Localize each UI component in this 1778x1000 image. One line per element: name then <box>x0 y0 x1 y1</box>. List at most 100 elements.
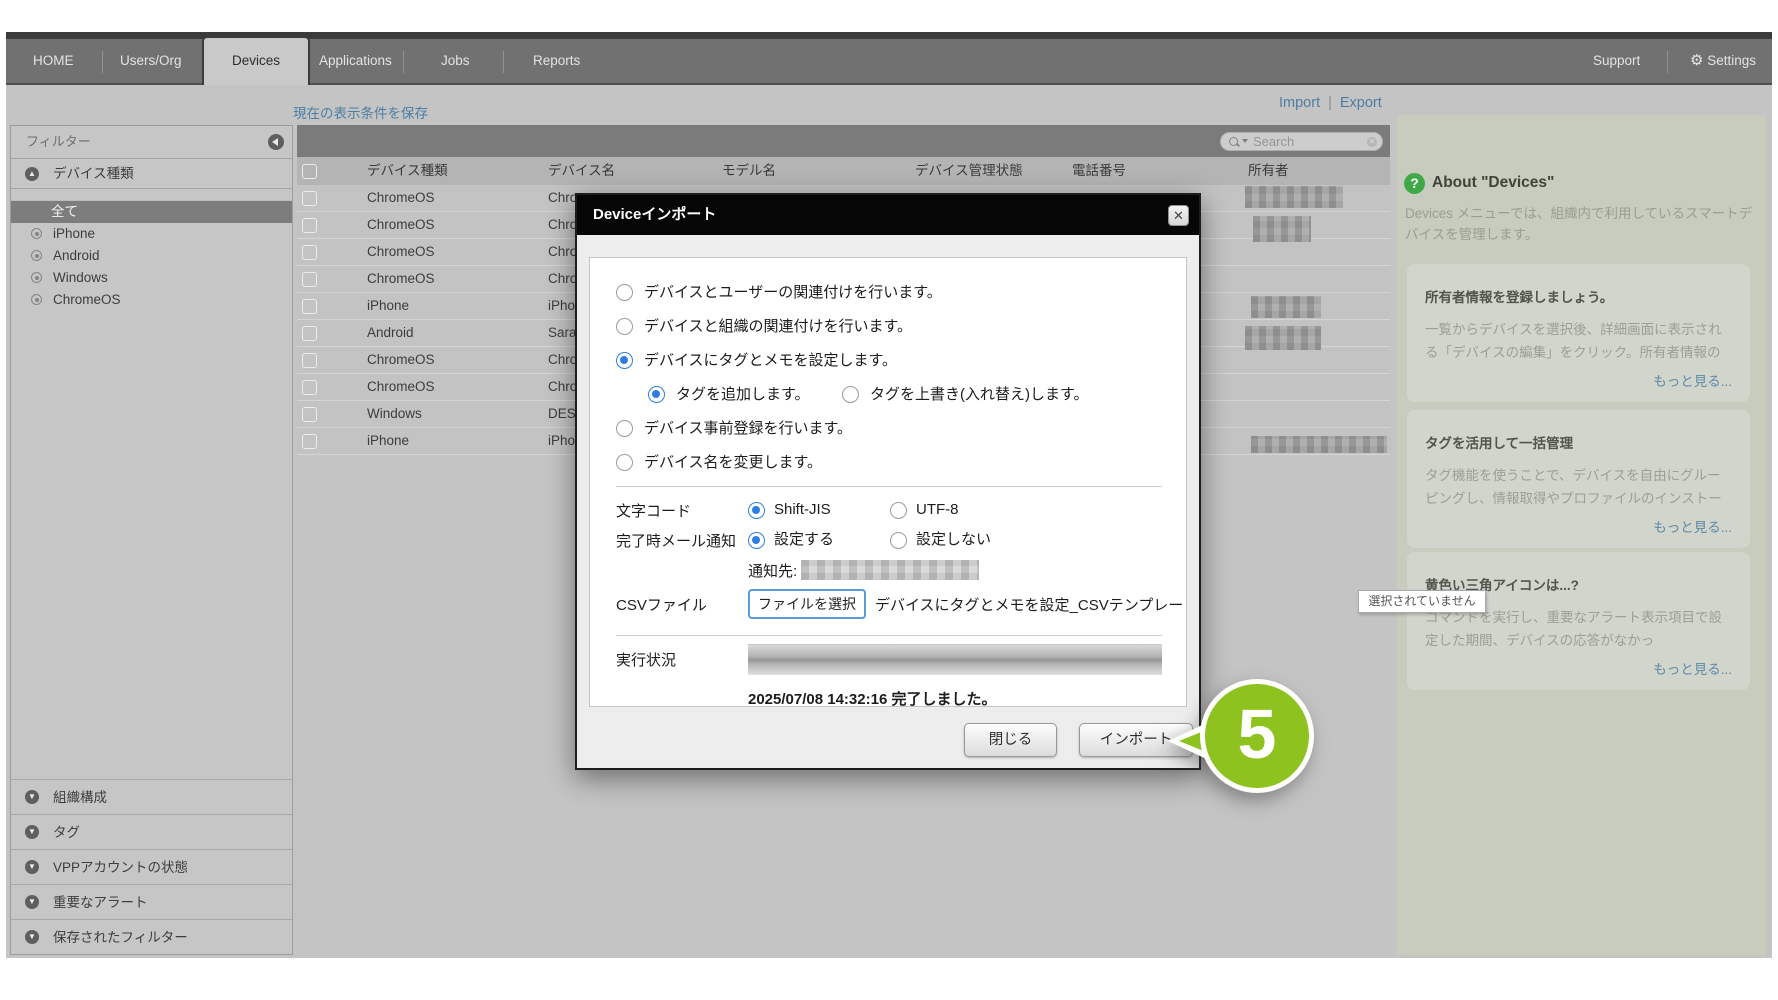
sidebar-item-chromeos[interactable]: ChromeOS <box>11 289 292 311</box>
search-scope-caret-icon[interactable] <box>1242 139 1248 143</box>
nav-item-home[interactable]: HOME <box>33 39 74 83</box>
card-body: 一覧からデバイスを選択後、詳細画面に表示される「デバイスの編集」をクリック。所有… <box>1425 322 1722 360</box>
radio-icon[interactable] <box>890 532 907 549</box>
row-checkbox[interactable] <box>302 326 317 341</box>
column-header-phone[interactable]: 電話番号 <box>1072 157 1126 185</box>
cell-device-type: ChromeOS <box>367 379 435 394</box>
divider <box>616 486 1162 487</box>
csv-template-filename: デバイスにタグとメモを設定_CSVテンプレート <box>875 596 1187 614</box>
radio-label: デバイスとユーザーの関連付けを行います。 <box>644 284 942 301</box>
row-checkbox[interactable] <box>302 272 317 287</box>
sidebar-accordion-alerts[interactable]: ▼ 重要なアラート <box>11 884 292 919</box>
radio-option-shift-jis[interactable]: Shift-JIS <box>748 499 890 521</box>
radio-option-link-user[interactable]: デバイスとユーザーの関連付けを行います。 <box>616 282 1162 304</box>
save-view-link[interactable]: 現在の表示条件を保存 <box>293 102 428 122</box>
close-button[interactable]: 閉じる <box>964 723 1057 757</box>
row-checkbox[interactable] <box>302 191 317 206</box>
close-icon[interactable]: ✕ <box>1168 205 1189 226</box>
nav-item-jobs[interactable]: Jobs <box>441 39 470 83</box>
sidebar-item-android[interactable]: Android <box>11 245 292 267</box>
sidebar-item-iphone[interactable]: iPhone <box>11 223 292 245</box>
divider <box>616 635 1162 636</box>
card-title: 所有者情報を登録しましょう。 <box>1425 290 1614 305</box>
select-all-checkbox[interactable] <box>302 164 317 179</box>
sidebar-accordion-saved-filters[interactable]: ▼ 保存されたフィルター <box>11 919 292 954</box>
radio-icon-selected[interactable] <box>748 532 765 549</box>
radio-icon[interactable] <box>616 454 633 471</box>
radio-option-set-tags-memo[interactable]: デバイスにタグとメモを設定します。 <box>616 350 1162 372</box>
card-body: タグ機能を使うことで、デバイスを自由にグルーピングし、情報取得やプロファイルのイ… <box>1425 468 1722 506</box>
nav-item-reports[interactable]: Reports <box>533 39 580 83</box>
row-checkbox[interactable] <box>302 299 317 314</box>
sidebar-accordion-org[interactable]: ▼ 組織構成 <box>11 779 292 814</box>
help-panel: ? About "Devices" Devices メニューでは、組織内で利用し… <box>1397 115 1766 955</box>
radio-option-rename[interactable]: デバイス名を変更します。 <box>616 452 1162 474</box>
row-checkbox[interactable] <box>302 434 317 449</box>
clear-search-icon[interactable]: ✕ <box>1367 136 1377 147</box>
radio-option-add-tags[interactable]: タグを追加します。 <box>648 384 820 406</box>
sidebar-accordion-vpp[interactable]: ▼ VPPアカウントの状態 <box>11 849 292 884</box>
chevron-down-icon: ▼ <box>25 860 39 874</box>
radio-label: 設定する <box>774 531 835 548</box>
row-checkbox[interactable] <box>302 407 317 422</box>
radio-option-link-org[interactable]: デバイスと組織の関連付けを行います。 <box>616 316 1162 338</box>
progress-bar <box>748 644 1162 675</box>
cell-device-name: Sara <box>548 325 577 340</box>
nav-item-applications[interactable]: Applications <box>319 39 392 83</box>
charset-row: 文字コード Shift-JIS UTF-8 <box>616 495 1162 525</box>
csv-file-row: CSVファイル ファイルを選択 デバイスにタグとメモを設定_CSVテンプレート <box>616 585 1186 623</box>
sidebar-item-all-selected[interactable]: 全て <box>11 201 292 223</box>
search-input[interactable]: Search ✕ <box>1220 132 1383 151</box>
radio-label: 設定しない <box>916 531 992 548</box>
nav-item-support[interactable]: Support <box>1593 39 1640 83</box>
radio-icon-selected[interactable] <box>616 352 633 369</box>
cell-device-type: ChromeOS <box>367 190 435 205</box>
section-device-type[interactable]: ▲ デバイス種類 <box>11 159 292 189</box>
nav-item-users-org[interactable]: Users/Org <box>120 39 182 83</box>
row-checkbox[interactable] <box>302 245 317 260</box>
column-header-mgmt-status[interactable]: デバイス管理状態 <box>915 157 1023 185</box>
column-header-owner[interactable]: 所有者 <box>1248 157 1289 185</box>
row-checkbox[interactable] <box>302 218 317 233</box>
collapse-sidebar-icon[interactable] <box>268 134 284 150</box>
radio-option-preregister[interactable]: デバイス事前登録を行います。 <box>616 418 1162 440</box>
radio-icon[interactable] <box>841 386 859 403</box>
more-link[interactable]: もっと見る... <box>1425 658 1732 678</box>
sidebar-accordion-tags[interactable]: ▼ タグ <box>11 814 292 849</box>
radio-label: UTF-8 <box>916 501 959 518</box>
nav-tab-devices-active[interactable]: Devices <box>202 36 310 85</box>
radio-icon-selected[interactable] <box>748 502 765 519</box>
more-link[interactable]: もっと見る... <box>1425 516 1732 536</box>
column-header-model-name[interactable]: モデル名 <box>722 157 776 185</box>
radio-icon[interactable] <box>616 284 633 301</box>
exec-status-label: 実行状況 <box>616 652 677 669</box>
radio-option-notify-off[interactable]: 設定しない <box>890 529 991 551</box>
settings-group[interactable]: ⚙ Settings <box>1690 39 1756 83</box>
radio-label: デバイス名を変更します。 <box>644 454 823 471</box>
sidebar-item-label: Windows <box>53 270 108 285</box>
column-header-device-type[interactable]: デバイス種類 <box>367 157 448 185</box>
export-link[interactable]: Export <box>1340 95 1382 111</box>
bullet-circle-icon <box>31 228 42 239</box>
choose-file-button[interactable]: ファイルを選択 <box>748 589 866 619</box>
row-checkbox[interactable] <box>302 380 317 395</box>
column-header-device-name[interactable]: デバイス名 <box>548 157 615 185</box>
radio-icon[interactable] <box>616 420 633 437</box>
radio-label: デバイスにタグとメモを設定します。 <box>644 352 898 369</box>
radio-label: デバイスと組織の関連付けを行います。 <box>644 318 913 335</box>
import-export-links: Import | Export <box>1279 95 1382 111</box>
csv-label: CSVファイル <box>616 596 707 614</box>
radio-icon-selected[interactable] <box>648 386 665 403</box>
radio-option-utf8[interactable]: UTF-8 <box>890 499 959 521</box>
more-link[interactable]: もっと見る... <box>1425 370 1732 390</box>
modal-title-bar: Deviceインポート ✕ <box>577 195 1199 235</box>
radio-icon[interactable] <box>890 502 907 519</box>
radio-option-overwrite-tags[interactable]: タグを上書き(入れ替え)します。 <box>841 384 1099 406</box>
row-checkbox[interactable] <box>302 353 317 368</box>
radio-icon[interactable] <box>616 318 633 335</box>
sidebar-item-label: iPhone <box>53 226 96 241</box>
import-link[interactable]: Import <box>1279 95 1320 111</box>
table-toolbar: Search ✕ <box>297 125 1390 157</box>
radio-option-notify-on[interactable]: 設定する <box>748 529 890 551</box>
sidebar-item-windows[interactable]: Windows <box>11 267 292 289</box>
